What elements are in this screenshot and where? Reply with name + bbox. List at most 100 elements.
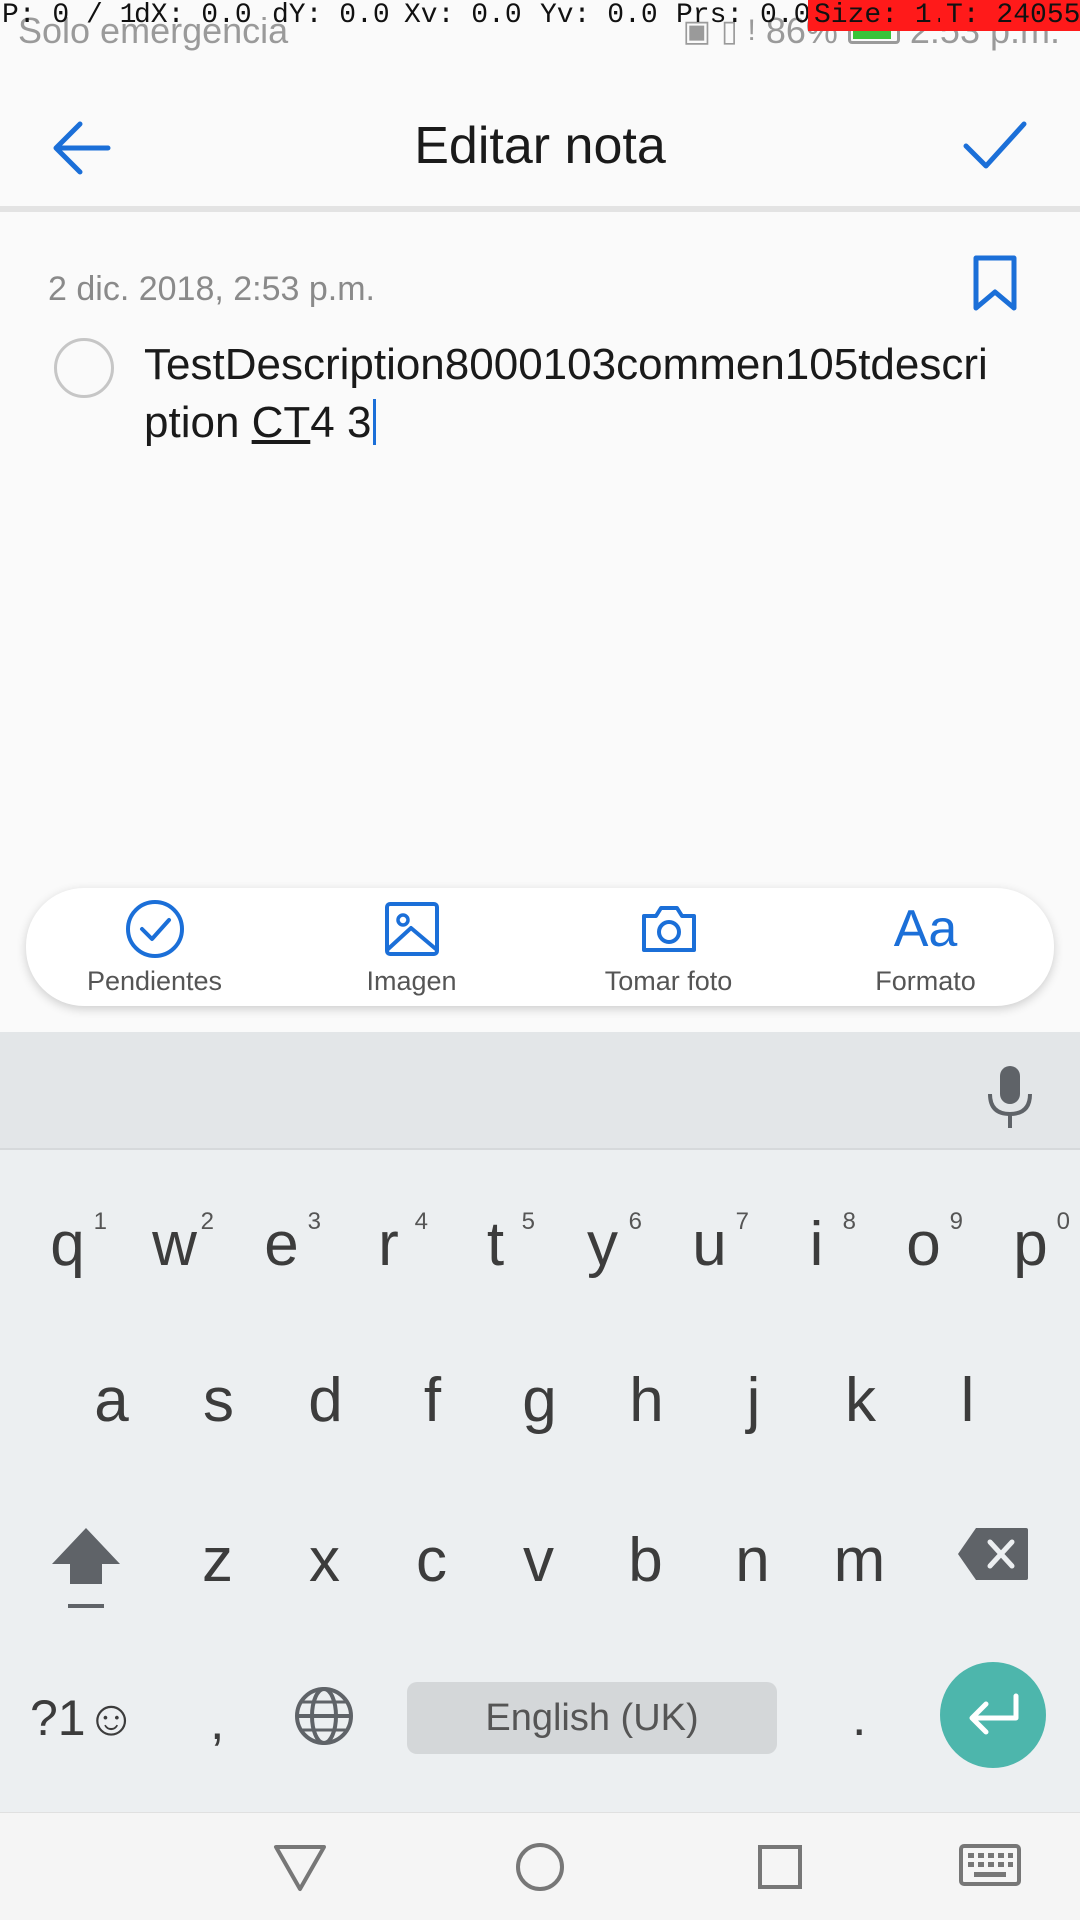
bookmark-icon[interactable] [972,254,1018,312]
text-cursor [373,399,377,445]
backspace-icon[interactable] [956,1526,1030,1582]
key-m[interactable]: m [806,1530,913,1592]
key-r[interactable]: r4 [335,1208,442,1276]
key-hint-number: 8 [842,1208,856,1235]
nav-recents-icon[interactable] [756,1843,806,1893]
app-bar: Editar nota [0,56,1080,212]
key-hint-number: 5 [521,1208,535,1235]
key-label: x [309,1526,340,1595]
camera-icon [641,906,696,952]
microphone-icon[interactable] [980,1062,1040,1132]
debug-dx: dX: 0.0 [134,0,252,31]
key-w[interactable]: w2 [121,1208,228,1276]
key-z[interactable]: z [164,1530,271,1592]
key-label: s [203,1366,234,1435]
keyboard-suggestion-strip [0,1032,1080,1150]
period-key[interactable]: . [852,1688,866,1748]
space-bar[interactable]: English (UK) [407,1682,777,1754]
page-title: Editar nota [414,117,666,175]
key-k[interactable]: k [807,1370,914,1432]
key-v[interactable]: v [485,1530,592,1592]
system-nav-bar [0,1812,1080,1920]
key-hint-number: 6 [628,1208,642,1235]
key-x[interactable]: x [271,1530,378,1592]
globe-icon[interactable] [292,1684,356,1748]
key-b[interactable]: b [592,1530,699,1592]
save-check-icon[interactable] [962,116,1028,176]
checklist-icon [125,900,184,958]
key-s[interactable]: s [165,1370,272,1432]
key-label: l [960,1366,975,1435]
nav-keyboard-icon[interactable] [958,1843,1022,1889]
pendientes-label: Pendientes [86,966,223,996]
key-o[interactable]: o9 [870,1208,977,1276]
key-p[interactable]: p0 [977,1208,1080,1276]
key-hint-number: 9 [949,1208,963,1235]
key-n[interactable]: n [699,1530,806,1592]
key-f[interactable]: f [379,1370,486,1432]
imagen-button[interactable]: Imagen [283,888,540,1006]
key-label: h [629,1366,664,1435]
key-l[interactable]: l [914,1370,1021,1432]
nav-home-icon[interactable] [512,1843,568,1899]
key-y[interactable]: y6 [549,1208,656,1276]
key-q[interactable]: q1 [14,1208,121,1276]
note-text-line2-b: 4 3 [310,398,372,447]
note-text-line2-a: ption [144,398,252,447]
key-d[interactable]: d [272,1370,379,1432]
key-label: a [94,1366,129,1435]
soft-keyboard: q1w2e3r4t5y6u7i8o9p0 asdfghjkl zxcvbnm ?… [0,1032,1080,1812]
symbols-key[interactable]: ?1☺ [30,1689,137,1747]
key-e[interactable]: e3 [228,1208,335,1276]
nav-back-icon[interactable] [272,1843,328,1893]
key-label: j [746,1366,761,1435]
key-label: b [628,1526,663,1595]
key-label: k [845,1366,876,1435]
key-label: m [833,1526,886,1595]
key-t[interactable]: t5 [442,1208,549,1276]
key-c[interactable]: c [378,1530,485,1592]
key-u[interactable]: u7 [656,1208,763,1276]
key-label: f [423,1366,442,1435]
key-label: g [522,1366,557,1435]
debug-dy: dY: 0.0 [272,0,390,31]
debug-prs: Prs: 0.0 [676,0,811,31]
key-h[interactable]: h [593,1370,700,1432]
key-hint-number: 1 [93,1208,107,1235]
todo-checkbox[interactable] [54,338,114,398]
debug-yv: Yv: 0.0 [540,0,658,31]
note-text-line1: TestDescription8000103commen105tdescri [144,340,988,389]
note-text-underlined-word: CT [251,398,311,447]
image-icon [384,902,439,956]
text-format-icon: Aa [893,900,958,958]
note-text-editor[interactable]: TestDescription8000103commen105tdescri p… [144,336,1034,452]
key-j[interactable]: j [700,1370,807,1432]
key-label: n [735,1526,770,1595]
comma-key[interactable]: , [210,1692,224,1752]
key-label: v [523,1526,554,1595]
formato-label: Formato [875,966,976,996]
tomar-foto-label: Tomar foto [604,966,733,996]
pointer-debug-overlay: P: 0 / 1 dX: 0.0 dY: 0.0 Xv: 0.0 Yv: 0.0… [0,0,1080,34]
tomar-foto-button[interactable]: Tomar foto [540,888,797,1006]
key-g[interactable]: g [486,1370,593,1432]
key-hint-number: 3 [307,1208,321,1235]
key-label: c [416,1526,447,1595]
formato-button[interactable]: Aa Formato [797,888,1054,1006]
key-hint-number: 2 [200,1208,214,1235]
key-i[interactable]: i8 [763,1208,870,1276]
key-hint-number: 4 [414,1208,428,1235]
debug-xv: Xv: 0.0 [404,0,522,31]
key-label: z [202,1526,233,1595]
enter-key[interactable] [940,1662,1046,1768]
debug-p: P: 0 / 1 [2,0,137,31]
enter-arrow-icon [969,1693,1019,1735]
key-hint-number: 0 [1056,1208,1070,1235]
note-date: 2 dic. 2018, 2:53 p.m. [48,270,375,308]
debug-t: T: 240550 [940,0,1080,31]
note-toolbar: Pendientes Imagen Tomar foto Aa Formato [26,888,1054,1006]
shift-key-icon[interactable] [48,1524,124,1612]
key-label: d [308,1366,343,1435]
pendientes-button[interactable]: Pendientes [26,888,283,1006]
key-a[interactable]: a [58,1370,165,1432]
